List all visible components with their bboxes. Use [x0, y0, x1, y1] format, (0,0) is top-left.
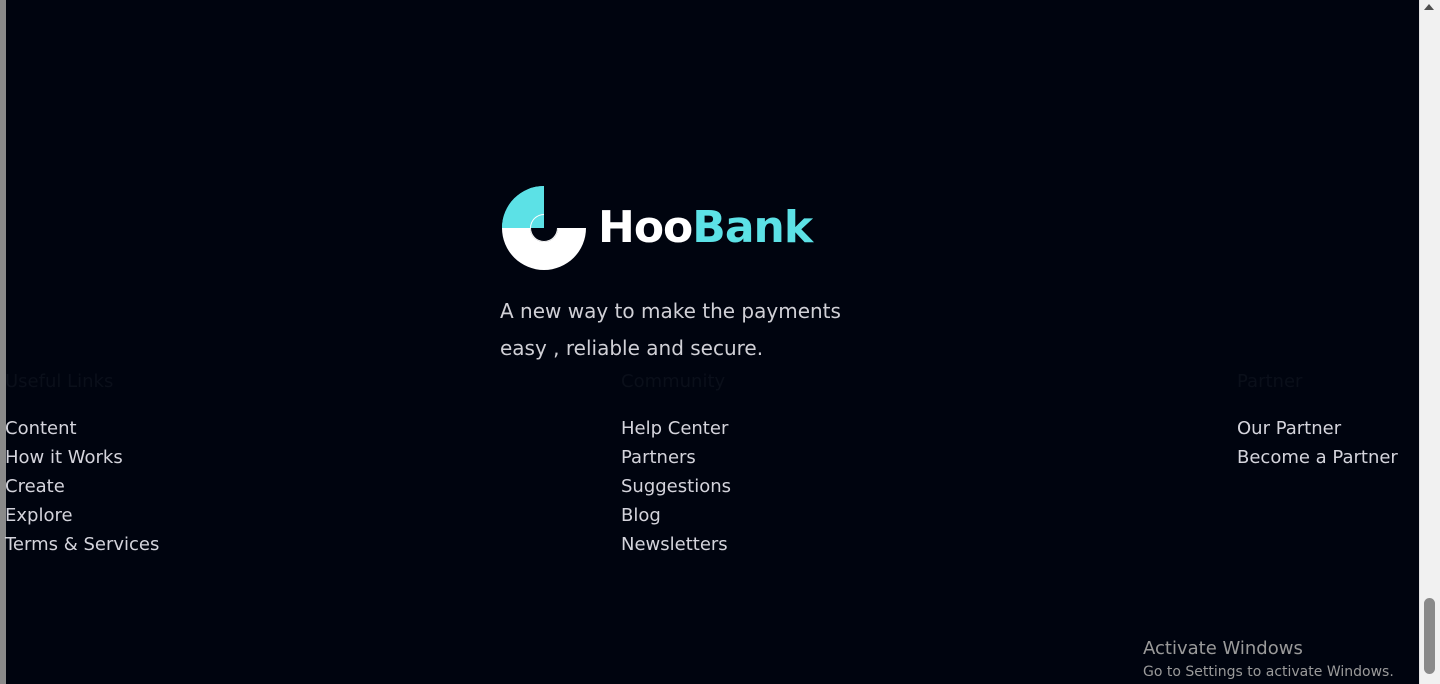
footer-link-how-it-works[interactable]: How it Works	[5, 443, 159, 472]
footer-link-list: Content How it Works Create Explore Term…	[5, 414, 159, 559]
footer-link-list: Help Center Partners Suggestions Blog Ne…	[621, 414, 731, 559]
footer-link-our-partner[interactable]: Our Partner	[1237, 414, 1398, 443]
brand-logo[interactable]: HooBank	[500, 184, 813, 272]
brand-name-part2: Bank	[692, 202, 813, 253]
watermark-subtitle: Go to Settings to activate Windows.	[1143, 664, 1394, 680]
brand-name-part1: Hoo	[598, 202, 693, 253]
footer-column-title: Partner	[1237, 371, 1303, 392]
footer-link-help-center[interactable]: Help Center	[621, 414, 731, 443]
footer-link-explore[interactable]: Explore	[5, 501, 159, 530]
footer-link-blog[interactable]: Blog	[621, 501, 731, 530]
footer-column-useful-links: Useful Links Content How it Works Create…	[5, 370, 159, 559]
footer-link-list: Our Partner Become a Partner	[1237, 414, 1398, 472]
watermark-title: Activate Windows	[1143, 638, 1303, 659]
footer-column-partner: Partner Our Partner Become a Partner	[1237, 370, 1398, 472]
tagline: A new way to make the payments easy , re…	[500, 293, 900, 367]
scroll-up-arrow-icon[interactable]	[1424, 4, 1434, 10]
scrollbar-thumb[interactable]	[1424, 598, 1435, 674]
footer-column-title: Community	[621, 371, 726, 392]
tagline-line-2: easy , reliable and secure.	[500, 336, 764, 360]
footer-link-partners[interactable]: Partners	[621, 443, 731, 472]
footer-link-content[interactable]: Content	[5, 414, 159, 443]
activate-windows-watermark: Activate Windows Go to Settings to activ…	[1143, 637, 1394, 683]
footer-link-suggestions[interactable]: Suggestions	[621, 472, 731, 501]
footer-column-title: Useful Links	[5, 371, 114, 392]
brand-name: HooBank	[598, 206, 813, 250]
tagline-line-1: A new way to make the payments	[500, 299, 841, 323]
footer-column-community: Community Help Center Partners Suggestio…	[621, 370, 731, 559]
footer-link-newsletters[interactable]: Newsletters	[621, 530, 731, 559]
footer-link-create[interactable]: Create	[5, 472, 159, 501]
vertical-scrollbar[interactable]	[1419, 0, 1440, 684]
hoobank-logo-icon	[502, 184, 588, 270]
footer-link-become-a-partner[interactable]: Become a Partner	[1237, 443, 1398, 472]
footer-link-terms-services[interactable]: Terms & Services	[5, 530, 159, 559]
window-left-edge	[0, 0, 6, 684]
